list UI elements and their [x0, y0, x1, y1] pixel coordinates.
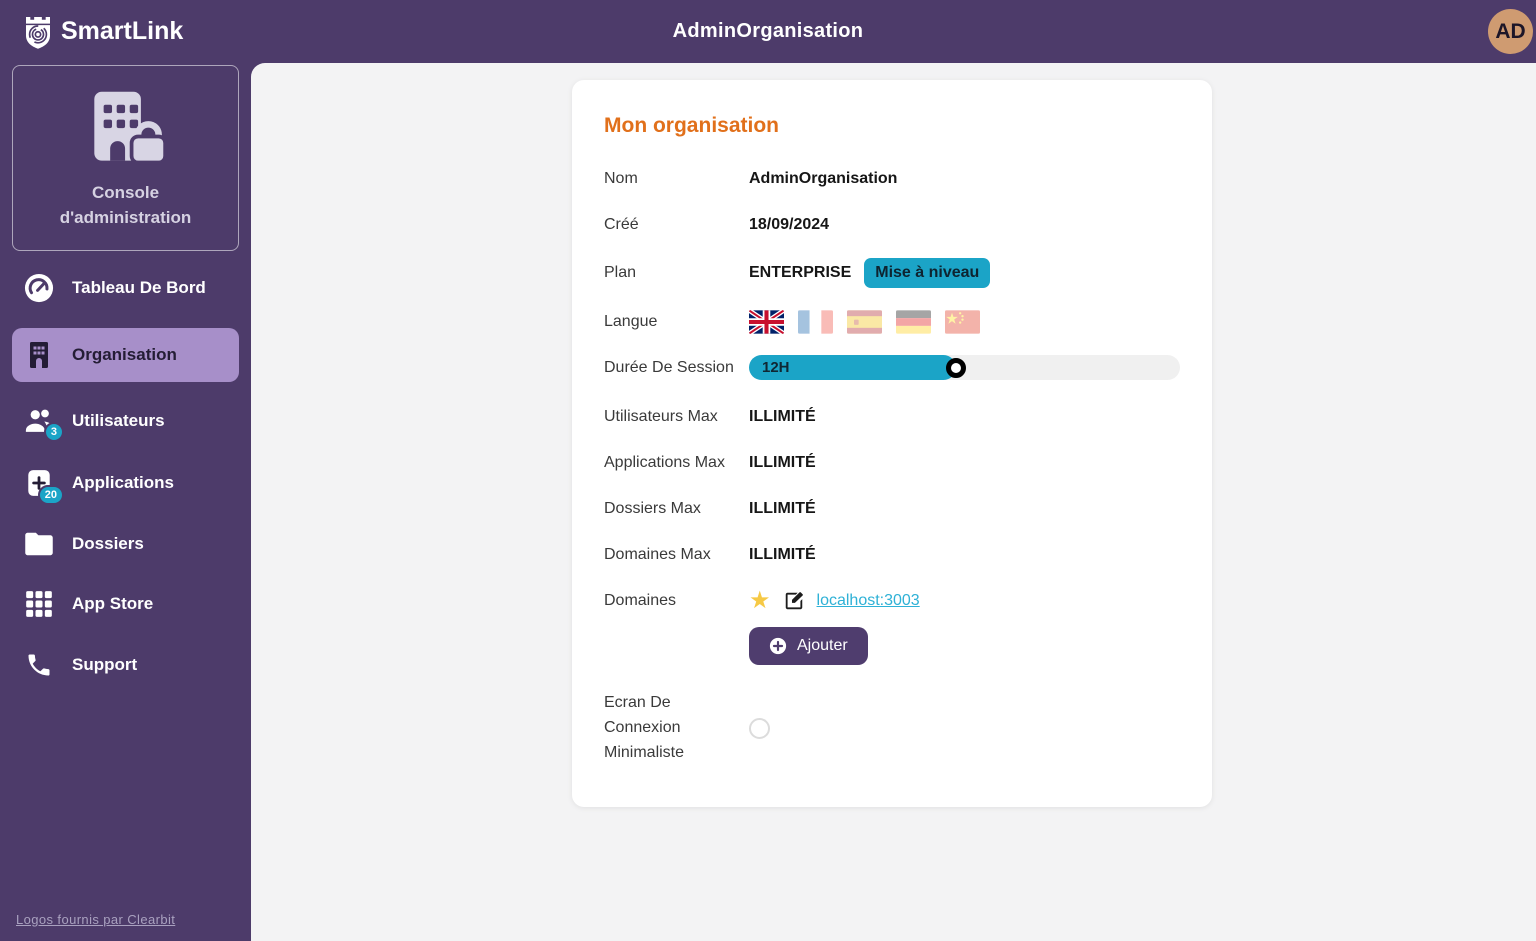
dossiers-max-value: ILLIMITÉ	[749, 500, 816, 518]
plan-label: Plan	[604, 264, 749, 282]
flag-spain-icon[interactable]	[847, 310, 882, 334]
applications-count-badge: 20	[38, 485, 64, 505]
sidebar-item-label: Organisation	[72, 345, 177, 365]
flag-germany-icon[interactable]	[896, 310, 931, 334]
app-plus-icon: 20	[24, 468, 54, 498]
session-value: 12H	[762, 359, 790, 376]
ajouter-row: Ajouter	[749, 627, 1180, 665]
upgrade-button[interactable]: Mise à niveau	[864, 258, 990, 288]
folder-icon	[24, 531, 54, 557]
plan-value: ENTERPRISE	[749, 264, 851, 282]
session-slider-thumb[interactable]	[946, 358, 966, 378]
nom-value: AdminOrganisation	[749, 170, 897, 188]
utilisateurs-max-value: ILLIMITÉ	[749, 408, 816, 426]
flag-france-icon[interactable]	[798, 310, 833, 334]
star-icon[interactable]: ★	[749, 589, 771, 613]
shield-fingerprint-icon	[22, 14, 54, 50]
page-title: AdminOrganisation	[0, 20, 1536, 43]
sidebar-item-label: Tableau De Bord	[72, 278, 206, 298]
session-slider-fill: 12H	[749, 355, 956, 380]
phone-icon	[24, 651, 54, 679]
session-duration-slider[interactable]: 12H	[749, 355, 1180, 380]
sidebar-item-label: Utilisateurs	[72, 411, 165, 431]
field-row-ecran: Ecran De Connexion Minimaliste	[604, 691, 1180, 765]
sidebar-item-support[interactable]: Support	[12, 643, 239, 687]
sidebar-item-label: Dossiers	[72, 534, 144, 554]
admin-console-box[interactable]: Console d'administration	[12, 65, 239, 251]
dashboard-icon	[24, 273, 54, 303]
domain-link[interactable]: localhost:3003	[817, 592, 920, 610]
edit-icon[interactable]	[783, 590, 805, 612]
building-lock-icon	[78, 88, 174, 170]
field-row-applications-max: Applications Max ILLIMITÉ	[604, 450, 1180, 475]
organisation-card: Mon organisation Nom AdminOrganisation C…	[572, 80, 1212, 807]
sidebar: Console d'administration Tableau De Bord	[0, 63, 251, 941]
sidebar-item-app-store[interactable]: App Store	[12, 582, 239, 626]
sidebar-nav: Tableau De Bord Organisation	[12, 265, 239, 687]
field-row-domaines-max: Domaines Max ILLIMITÉ	[604, 542, 1180, 567]
session-label: Durée De Session	[604, 359, 749, 377]
applications-max-label: Applications Max	[604, 454, 749, 472]
add-domain-button[interactable]: Ajouter	[749, 627, 868, 665]
langue-label: Langue	[604, 313, 749, 331]
sidebar-item-dossiers[interactable]: Dossiers	[12, 523, 239, 565]
avatar-initials: AD	[1495, 20, 1525, 44]
building-icon	[24, 341, 54, 369]
cree-value: 18/09/2024	[749, 216, 829, 234]
flag-uk-icon[interactable]	[749, 310, 784, 334]
flag-china-icon[interactable]	[945, 310, 980, 334]
top-bar: SmartLink AdminOrganisation AD	[0, 0, 1536, 63]
field-row-dossiers-max: Dossiers Max ILLIMITÉ	[604, 496, 1180, 521]
domaines-max-label: Domaines Max	[604, 546, 749, 564]
sidebar-item-tableau-de-bord[interactable]: Tableau De Bord	[12, 265, 239, 311]
applications-max-value: ILLIMITÉ	[749, 454, 816, 472]
field-row-plan: Plan ENTERPRISE Mise à niveau	[604, 258, 1180, 288]
ajouter-label: Ajouter	[797, 637, 848, 655]
plus-circle-icon	[769, 637, 787, 655]
sidebar-item-label: App Store	[72, 594, 153, 614]
minimal-login-checkbox[interactable]	[749, 718, 770, 739]
domaines-label: Domaines	[604, 592, 737, 610]
sidebar-item-organisation[interactable]: Organisation	[12, 328, 239, 382]
user-avatar[interactable]: AD	[1488, 9, 1533, 54]
field-row-langue: Langue	[604, 309, 1180, 334]
field-row-session: Durée De Session 12H	[604, 355, 1180, 380]
sidebar-item-label: Applications	[72, 473, 174, 493]
cree-label: Créé	[604, 216, 749, 234]
dossiers-max-label: Dossiers Max	[604, 500, 749, 518]
console-label: Console d'administration	[27, 181, 224, 230]
main-content: Mon organisation Nom AdminOrganisation C…	[251, 63, 1536, 941]
brand-name: SmartLink	[61, 17, 183, 46]
nom-label: Nom	[604, 170, 749, 188]
field-row-utilisateurs-max: Utilisateurs Max ILLIMITÉ	[604, 404, 1180, 429]
field-row-nom: Nom AdminOrganisation	[604, 166, 1180, 191]
language-flags	[749, 310, 980, 334]
sidebar-item-applications[interactable]: 20 Applications	[12, 460, 239, 506]
sidebar-item-label: Support	[72, 655, 137, 675]
users-count-badge: 3	[44, 422, 64, 442]
brand-logo[interactable]: SmartLink	[0, 14, 183, 50]
clearbit-credit-link[interactable]: Logos fournis par Clearbit	[16, 912, 175, 927]
ecran-label: Ecran De Connexion Minimaliste	[604, 691, 749, 765]
utilisateurs-max-label: Utilisateurs Max	[604, 408, 749, 426]
field-row-domaines: Domaines ★ localhost:3003	[604, 588, 1180, 613]
users-icon: 3	[24, 407, 54, 435]
card-title: Mon organisation	[604, 114, 1180, 138]
grid-icon	[24, 590, 54, 618]
domaines-max-value: ILLIMITÉ	[749, 546, 816, 564]
sidebar-item-utilisateurs[interactable]: 3 Utilisateurs	[12, 399, 239, 443]
field-row-cree: Créé 18/09/2024	[604, 212, 1180, 237]
